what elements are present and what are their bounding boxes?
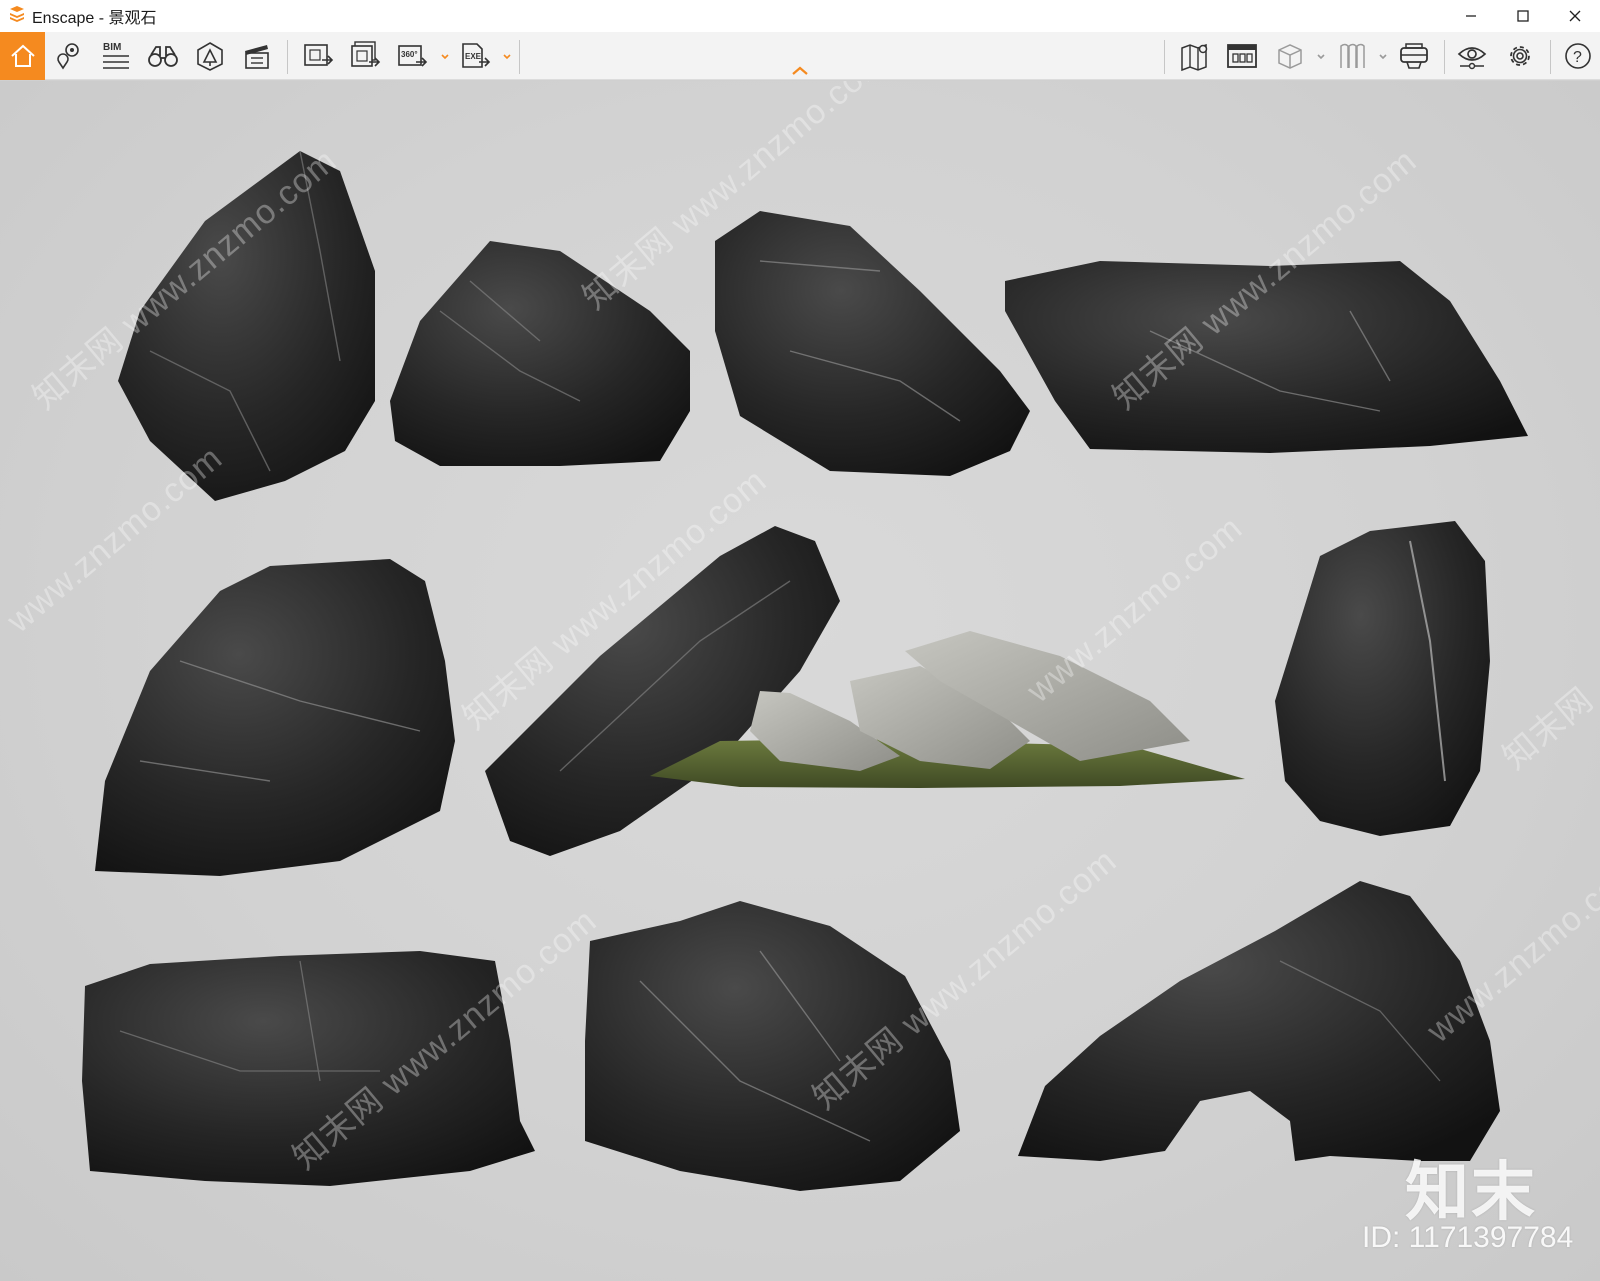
home-button[interactable] — [0, 32, 45, 80]
eye-icon — [1457, 47, 1487, 70]
help-icon: ? — [1565, 43, 1591, 69]
chevron-down-icon[interactable] — [440, 52, 450, 62]
brand-logo-watermark: 知末 — [1405, 1156, 1537, 1228]
chevron-down-icon[interactable] — [1316, 52, 1326, 62]
minimize-button[interactable] — [1445, 0, 1497, 32]
image-id-watermark: ID: 1171397784 — [1362, 1221, 1574, 1254]
rock-5[interactable] — [95, 559, 455, 876]
map-pin-views-icon — [57, 43, 79, 70]
svg-text:360°: 360° — [401, 50, 418, 59]
chevron-down-icon[interactable] — [502, 52, 512, 62]
bookmarks-icon — [1340, 43, 1365, 68]
settings-button[interactable] — [1500, 36, 1540, 76]
asset-library-button[interactable] — [190, 36, 230, 76]
cube-icon — [1278, 44, 1302, 69]
close-icon — [1569, 10, 1581, 22]
help-button[interactable]: ? — [1558, 36, 1598, 76]
enscape-logo-icon — [8, 5, 26, 28]
svg-text:EXE: EXE — [465, 52, 482, 61]
bim-button[interactable]: BIM — [96, 36, 136, 76]
visual-settings-button[interactable] — [1452, 36, 1492, 76]
chevron-down-icon[interactable] — [1378, 52, 1388, 62]
batch-render-icon — [351, 41, 381, 67]
bim-info-icon: BIM — [103, 42, 129, 69]
rock-3[interactable] — [715, 211, 1030, 476]
rock-scene — [82, 150, 1528, 1191]
batch-render-button[interactable] — [345, 36, 385, 76]
views-button[interactable] — [49, 36, 89, 76]
clapperboard-icon — [245, 45, 269, 69]
toolbar-separator — [1550, 40, 1551, 74]
minimize-icon — [1466, 15, 1476, 17]
gear-icon — [1510, 46, 1530, 66]
window-title: Enscape - 景观石 — [32, 10, 157, 27]
render-image-button[interactable] — [298, 36, 338, 76]
title-group: Enscape - 景观石 — [8, 0, 157, 32]
toolbar-separator — [287, 40, 288, 74]
export-exe-button[interactable]: EXE — [455, 36, 495, 76]
close-button[interactable] — [1549, 0, 1600, 32]
asset-library-icon — [197, 42, 223, 71]
svg-text:?: ? — [1573, 49, 1582, 66]
video-editor-button[interactable] — [237, 36, 277, 76]
vr-headset-button[interactable] — [1394, 36, 1434, 76]
svg-text:BIM: BIM — [103, 42, 121, 53]
bookmarks-button[interactable] — [1332, 36, 1372, 76]
render-image-icon — [304, 44, 334, 66]
map-icon — [1181, 43, 1208, 72]
vr-headset-icon — [1400, 43, 1428, 69]
panorama-360-button[interactable]: 360° — [392, 36, 432, 76]
collapse-toolbar-icon[interactable] — [790, 64, 810, 78]
toolbar-separator — [519, 40, 520, 74]
render-viewport[interactable]: 知末网 www.znzmo.com 知末网 www.znzmo.com 知末网 … — [0, 81, 1600, 1281]
rock-7-upright[interactable] — [1275, 521, 1490, 836]
dashboard-button[interactable] — [1222, 36, 1262, 76]
map-button[interactable] — [1175, 36, 1215, 76]
cube-button[interactable] — [1270, 36, 1310, 76]
home-icon — [10, 44, 35, 67]
binoculars-button[interactable] — [143, 36, 183, 76]
toolbar-separator — [1164, 40, 1165, 74]
title-bar: Enscape - 景观石 — [0, 0, 1600, 32]
maximize-button[interactable] — [1497, 0, 1549, 32]
maximize-icon — [1517, 10, 1529, 22]
toolbar-separator — [1444, 40, 1445, 74]
export-exe-icon: EXE — [462, 43, 491, 68]
panorama-360-icon: 360° — [398, 45, 428, 67]
gray-rock-stack[interactable] — [750, 631, 1190, 771]
binoculars-icon — [148, 46, 178, 67]
dashboard-icon — [1227, 44, 1257, 68]
